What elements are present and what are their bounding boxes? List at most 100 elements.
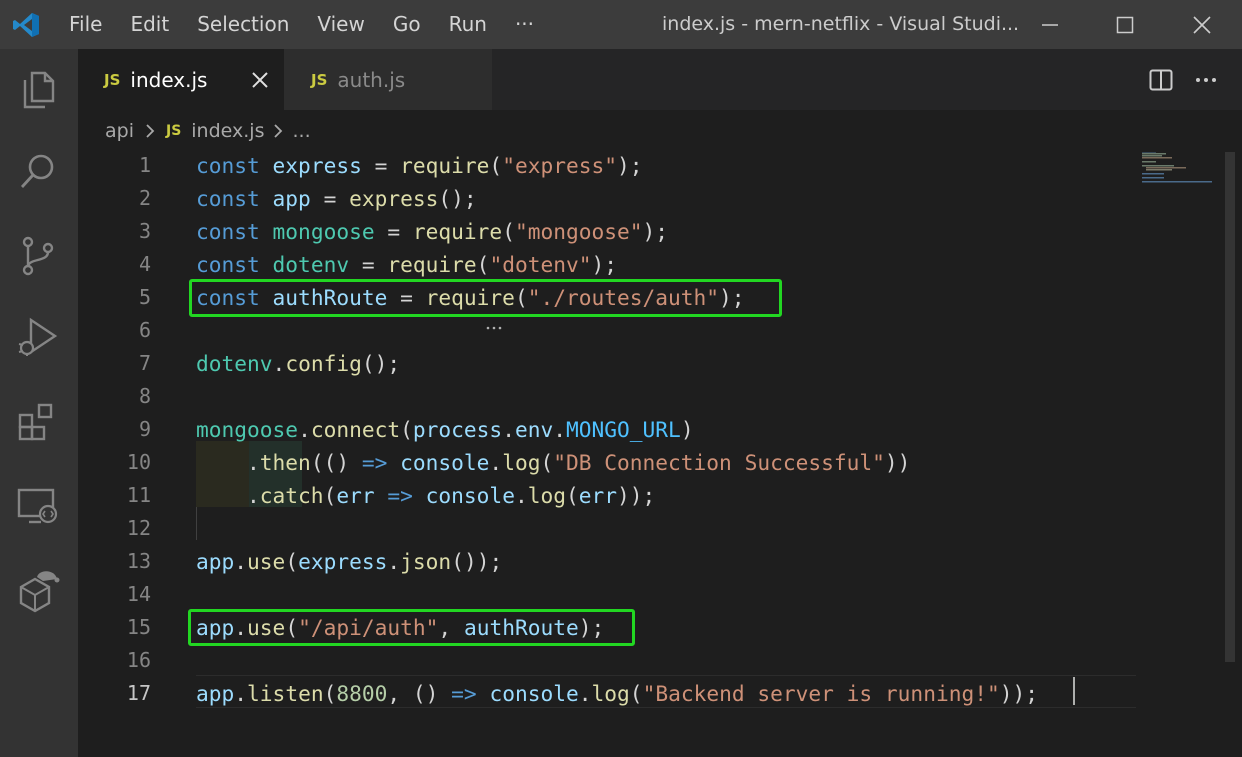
code-token: err (578, 483, 618, 508)
code-token: ( (476, 252, 490, 277)
js-file-icon: JS (311, 70, 328, 89)
code-token: . (196, 450, 260, 475)
vscode-logo-icon (13, 13, 39, 37)
explorer-icon[interactable] (15, 67, 61, 113)
code-token: ( (566, 483, 579, 508)
code-token: 8800 (336, 681, 388, 706)
line-number: 7 (138, 351, 151, 375)
code-token: mongoose (272, 219, 375, 244)
code-token: , () (387, 681, 452, 706)
extensions-icon[interactable] (15, 399, 61, 445)
code-token: require (387, 252, 477, 277)
code-token: dotenv (272, 252, 350, 277)
code-token: use (247, 549, 286, 574)
window-title: index.js - mern-netflix - Visual Studi..… (662, 13, 1020, 35)
code-line: app.use(express.json()); (196, 545, 502, 578)
line-number: 9 (138, 417, 151, 441)
code-token: ); (642, 219, 669, 244)
code-token: . (553, 417, 566, 442)
search-icon[interactable] (15, 149, 61, 195)
line-number: 16 (126, 648, 151, 672)
code-token: config (285, 351, 362, 376)
code-token: . (489, 450, 503, 475)
line-number: 5 (138, 285, 151, 309)
breadcrumb-file[interactable]: index.js (191, 120, 264, 142)
maximize-button[interactable] (1101, 0, 1149, 49)
code-token: )); (617, 483, 656, 508)
close-tab-icon[interactable] (249, 69, 271, 91)
line-number: 14 (126, 582, 151, 606)
tab-label: auth.js (337, 67, 406, 92)
menu-edit[interactable]: Edit (116, 0, 183, 49)
menu-selection[interactable]: Selection (183, 0, 303, 49)
code-token: MONGO_URL (566, 417, 681, 442)
code-token: )); (999, 681, 1039, 706)
menu-view[interactable]: View (303, 0, 378, 49)
menu-go[interactable]: Go (379, 0, 435, 49)
code-token: require (412, 219, 503, 244)
minimize-icon (1042, 23, 1058, 26)
text-cursor (1073, 677, 1075, 705)
menu-run[interactable]: Run (435, 0, 501, 49)
minimize-button[interactable] (1026, 0, 1074, 49)
code-token: const (196, 153, 260, 178)
tab-index-js[interactable]: JS index.js (78, 49, 284, 110)
menu-more[interactable]: ··· (501, 0, 548, 49)
code-token: . (196, 483, 260, 508)
code-token: "express" (502, 153, 617, 178)
source-control-icon[interactable] (15, 232, 61, 278)
code-token: err (336, 483, 375, 508)
code-token: log (591, 681, 630, 706)
code-token: . (514, 483, 528, 508)
code-token: ( (502, 219, 515, 244)
line-number: 17 (126, 681, 151, 705)
code-token: ( (323, 483, 337, 508)
code-token: . (234, 681, 248, 706)
docker-icon[interactable] (15, 569, 61, 615)
vertical-scrollbar[interactable] (1218, 152, 1242, 662)
js-file-icon: JS (165, 123, 182, 139)
code-line: dotenv.config(); (196, 347, 400, 380)
code-token: app (196, 681, 235, 706)
split-editor-icon[interactable] (1148, 67, 1174, 93)
line-number: 8 (138, 384, 151, 408)
code-editor[interactable]: 1 2 3 4 5 6 7 8 9 10 11 12 13 14 15 16 17 const express … (78, 152, 1242, 757)
code-line: app.listen(8800, () => console.log("Back… (196, 677, 1038, 710)
remote-explorer-icon[interactable] (15, 484, 61, 530)
line-number: 1 (138, 153, 151, 177)
menu-bar: File Edit Selection View Go Run ··· (55, 0, 548, 49)
tab-auth-js[interactable]: JS auth.js (284, 49, 492, 110)
code-token: ) (680, 417, 694, 442)
code-token: ( (489, 153, 503, 178)
title-bar: File Edit Selection View Go Run ··· inde… (0, 0, 1242, 49)
code-token: . (234, 549, 248, 574)
run-debug-icon[interactable] (15, 314, 61, 360)
code-line: const mongoose = require("mongoose"); (196, 215, 668, 248)
code-token: console (489, 681, 579, 706)
breadcrumb-folder[interactable]: api (105, 120, 134, 142)
code-token: (); (361, 351, 401, 376)
code-token: ( (540, 450, 554, 475)
code-token: ( (323, 681, 337, 706)
menu-file[interactable]: File (55, 0, 116, 49)
code-token: mongoose (196, 417, 299, 442)
line-number: 11 (126, 483, 151, 507)
line-number: 12 (126, 516, 151, 540)
code-token: require (400, 153, 490, 178)
code-token: ( (400, 417, 413, 442)
editor-actions (1148, 49, 1218, 110)
code-token: => (387, 483, 413, 508)
code-token: log (527, 483, 566, 508)
breadcrumb-symbol[interactable]: ... (292, 120, 310, 142)
code-token: => (361, 450, 388, 475)
minimap[interactable] (1140, 152, 1230, 212)
tab-label: index.js (130, 67, 208, 92)
scrollbar-thumb[interactable] (1225, 152, 1235, 662)
code-token: . (272, 351, 286, 376)
more-actions-icon[interactable] (1194, 68, 1218, 92)
close-window-button[interactable] (1178, 0, 1226, 49)
code-token: . (387, 549, 401, 574)
